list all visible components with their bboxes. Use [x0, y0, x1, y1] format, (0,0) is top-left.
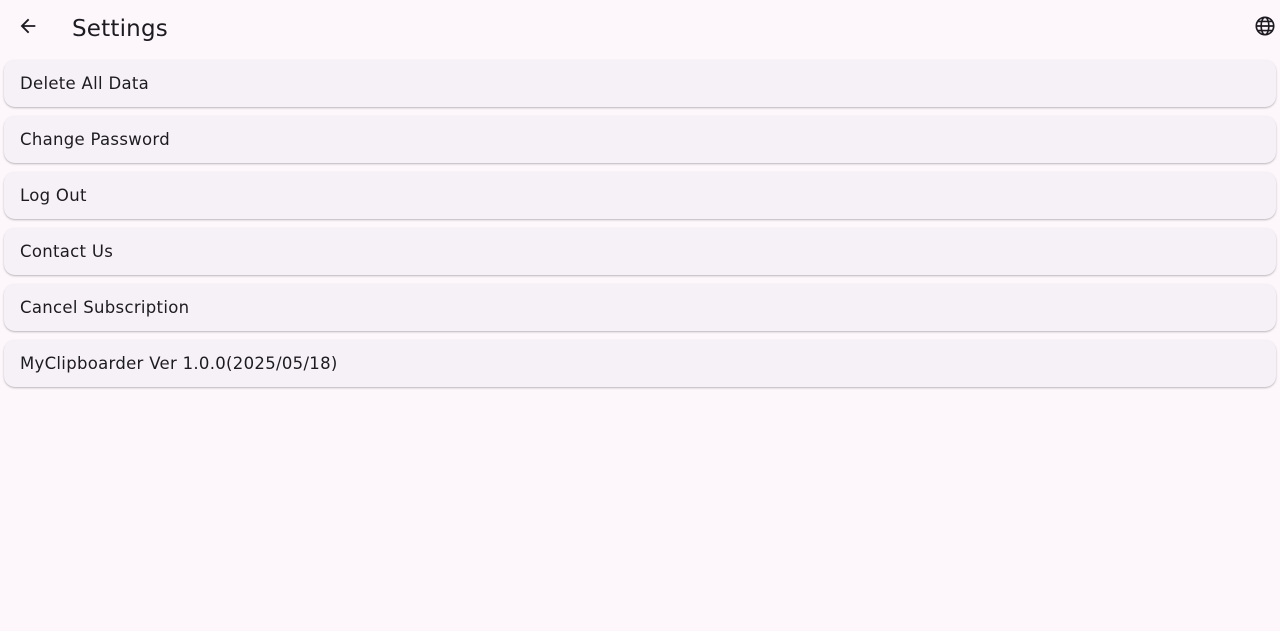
contact-us-button[interactable]: Contact Us: [4, 228, 1276, 275]
contact-us-label: Contact Us: [20, 242, 114, 261]
delete-all-data-button[interactable]: Delete All Data: [4, 60, 1276, 107]
app-version-card: MyClipboarder Ver 1.0.0(2025/05/18): [4, 340, 1276, 387]
app-version-label: MyClipboarder Ver 1.0.0(2025/05/18): [20, 354, 338, 373]
cancel-subscription-label: Cancel Subscription: [20, 298, 190, 317]
globe-icon: [1254, 15, 1276, 41]
back-button[interactable]: [10, 10, 46, 46]
app-bar: Settings: [0, 0, 1280, 58]
change-password-label: Change Password: [20, 130, 170, 149]
language-button[interactable]: [1250, 12, 1280, 44]
page-title: Settings: [72, 16, 168, 42]
arrow-left-icon: [17, 15, 39, 41]
log-out-label: Log Out: [20, 186, 87, 205]
change-password-button[interactable]: Change Password: [4, 116, 1276, 163]
delete-all-data-label: Delete All Data: [20, 74, 150, 93]
settings-list: Delete All Data Change Password Log Out …: [0, 58, 1280, 387]
log-out-button[interactable]: Log Out: [4, 172, 1276, 219]
cancel-subscription-button[interactable]: Cancel Subscription: [4, 284, 1276, 331]
